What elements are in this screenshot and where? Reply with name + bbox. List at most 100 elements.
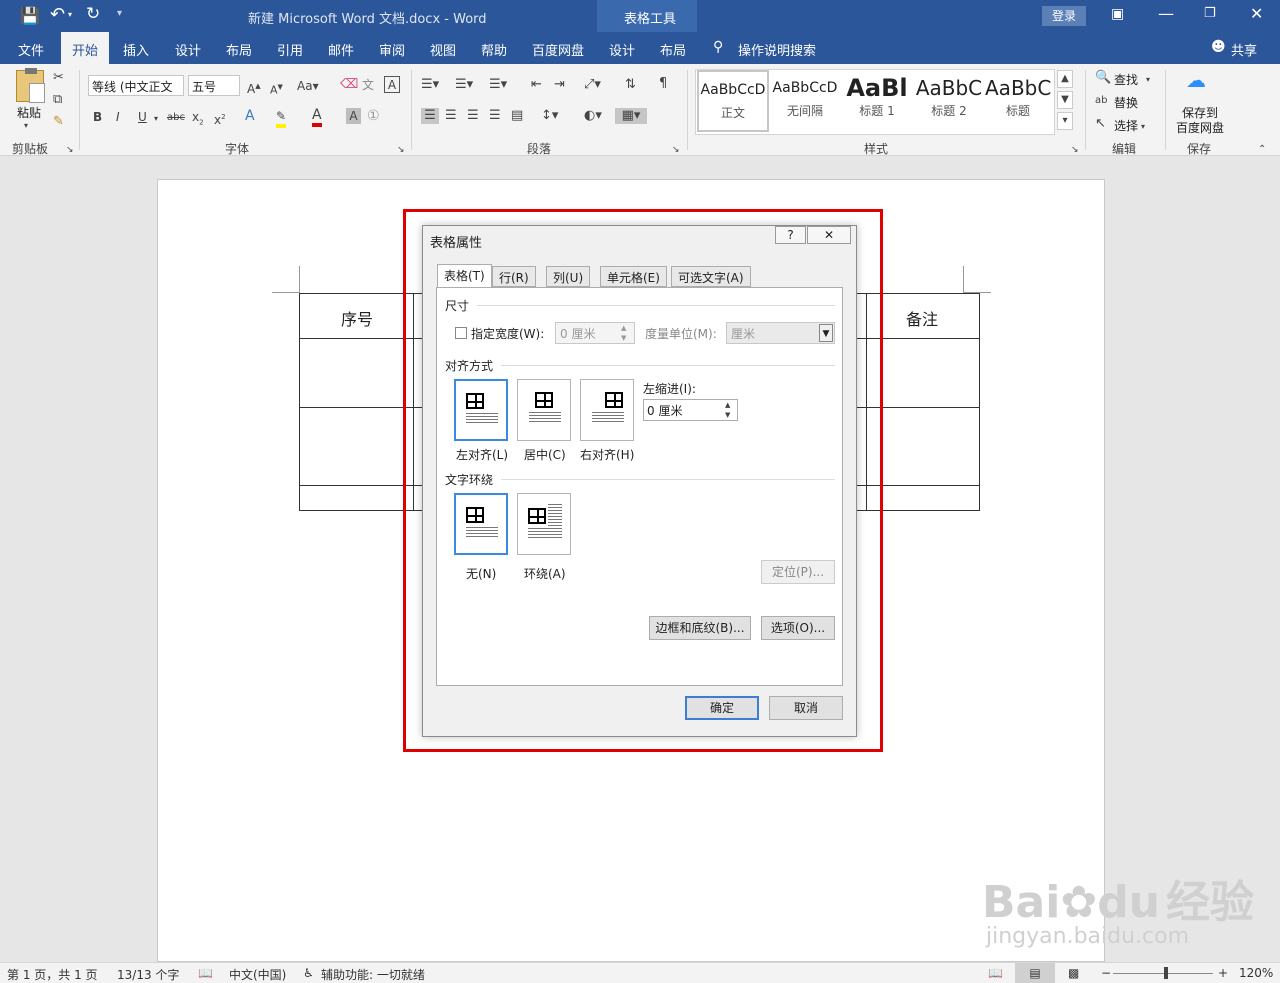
phonetic-guide-icon[interactable]: 文 bbox=[362, 77, 374, 93]
zoom-level[interactable]: 120% bbox=[1239, 966, 1273, 980]
print-layout-icon[interactable]: ▤ bbox=[1015, 963, 1055, 983]
borders-icon[interactable]: ▦▾ bbox=[615, 108, 647, 124]
increase-indent-icon[interactable]: ⇥ bbox=[554, 77, 565, 93]
shading-icon[interactable]: ◐▾ bbox=[584, 108, 602, 124]
zoom-out-icon[interactable]: − bbox=[1101, 966, 1111, 980]
tab-review[interactable]: 审阅 bbox=[379, 40, 405, 59]
char-border-icon[interactable]: A bbox=[384, 76, 400, 93]
sort-icon[interactable]: ⇅ bbox=[625, 77, 636, 93]
cut-icon[interactable]: ✂ bbox=[53, 70, 64, 86]
ok-button[interactable]: 确定 bbox=[685, 696, 759, 720]
tab-home[interactable]: 开始 bbox=[61, 32, 110, 64]
numbering-icon[interactable]: ☰▾ bbox=[455, 77, 473, 93]
chinese-layout-icon[interactable]: ⤢▾ bbox=[584, 77, 601, 93]
decrease-indent-icon[interactable]: ⇤ bbox=[531, 77, 542, 93]
text-effects-icon[interactable]: A bbox=[245, 108, 255, 124]
language-indicator[interactable]: 中文(中国) bbox=[229, 966, 286, 983]
align-left-icon[interactable]: ☰ bbox=[421, 108, 439, 124]
read-mode-icon[interactable]: 📖 bbox=[988, 966, 1003, 980]
style-no-spacing[interactable]: AaBbCcD 无间隔 bbox=[769, 70, 841, 132]
tab-table[interactable]: 表格(T) bbox=[437, 264, 492, 287]
align-left-option[interactable] bbox=[454, 379, 508, 441]
indent-spin-down-icon[interactable]: ▼ bbox=[725, 411, 730, 419]
baidu-netdisk-icon[interactable]: ☁ bbox=[1186, 70, 1206, 90]
tab-cell[interactable]: 单元格(E) bbox=[600, 266, 667, 287]
styles-scroll-down-icon[interactable]: ▼ bbox=[1057, 91, 1073, 109]
tab-design[interactable]: 设计 bbox=[175, 40, 201, 59]
width-spin-down-icon[interactable]: ▼ bbox=[621, 334, 626, 342]
align-right-icon[interactable]: ☰ bbox=[467, 108, 479, 124]
tab-alt-text[interactable]: 可选文字(A) bbox=[671, 266, 751, 287]
redo-icon[interactable]: ↻ bbox=[86, 4, 100, 24]
tell-me-search[interactable]: 操作说明搜索 bbox=[738, 40, 816, 59]
accessibility-status[interactable]: 辅助功能: 一切就绪 bbox=[321, 966, 425, 983]
customize-qat-icon[interactable]: ▾ bbox=[117, 8, 122, 19]
share-button[interactable]: 共享 bbox=[1231, 40, 1257, 59]
tab-table-layout[interactable]: 布局 bbox=[660, 40, 686, 59]
cancel-button[interactable]: 取消 bbox=[769, 696, 843, 720]
page-count[interactable]: 第 1 页，共 1 页 bbox=[7, 966, 98, 983]
clear-format-icon[interactable]: ⌫ bbox=[340, 77, 358, 93]
paste-dropdown-icon[interactable]: ▾ bbox=[24, 118, 28, 134]
strikethrough-icon[interactable]: abc bbox=[167, 110, 185, 126]
help-button[interactable]: ? bbox=[775, 226, 806, 244]
grow-font-icon[interactable]: A▲ bbox=[247, 78, 261, 97]
zoom-slider-track[interactable] bbox=[1113, 973, 1213, 974]
font-name-select[interactable]: 等线 (中文正文 bbox=[88, 75, 184, 96]
copy-icon[interactable]: ⧉ bbox=[53, 92, 62, 108]
preferred-width-checkbox[interactable] bbox=[455, 327, 467, 339]
collapse-ribbon-icon[interactable]: ⌃ bbox=[1258, 142, 1266, 158]
subscript-icon[interactable]: x2 bbox=[192, 109, 204, 130]
wrap-around-label[interactable]: 环绕(A) bbox=[524, 565, 566, 582]
tab-table-design[interactable]: 设计 bbox=[609, 40, 635, 59]
borders-shading-button[interactable]: 边框和底纹(B)... bbox=[649, 616, 751, 640]
web-layout-icon[interactable]: ▩ bbox=[1068, 966, 1079, 980]
format-painter-icon[interactable]: ✎ bbox=[53, 114, 64, 130]
indent-spin-up-icon[interactable]: ▲ bbox=[725, 401, 730, 409]
word-count[interactable]: 13/13 个字 bbox=[117, 966, 179, 983]
indent-input[interactable]: 0 厘米 bbox=[643, 399, 738, 421]
tab-column[interactable]: 列(U) bbox=[546, 266, 591, 287]
char-shading-icon[interactable]: A bbox=[346, 108, 361, 124]
find-button[interactable]: 查找 bbox=[1114, 71, 1138, 88]
select-dropdown-icon[interactable]: ▾ bbox=[1141, 119, 1145, 135]
login-button[interactable]: 登录 bbox=[1042, 6, 1086, 26]
tab-view[interactable]: 视图 bbox=[430, 40, 456, 59]
styles-scroll-up-icon[interactable]: ▲ bbox=[1057, 70, 1073, 88]
close-icon[interactable]: ✕ bbox=[1250, 4, 1263, 23]
distributed-icon[interactable]: ▤ bbox=[511, 108, 523, 124]
tab-layout[interactable]: 布局 bbox=[226, 40, 252, 59]
tab-references[interactable]: 引用 bbox=[277, 40, 303, 59]
enclose-char-icon[interactable]: ① bbox=[367, 108, 380, 124]
tab-file[interactable]: 文件 bbox=[18, 40, 44, 59]
replace-icon[interactable]: ab bbox=[1095, 93, 1107, 109]
align-left-label[interactable]: 左对齐(L) bbox=[456, 446, 508, 463]
underline-icon[interactable]: U bbox=[138, 109, 147, 125]
style-normal[interactable]: AaBbCcD 正文 bbox=[697, 70, 769, 132]
find-icon[interactable]: 🔍 bbox=[1095, 70, 1111, 86]
line-spacing-icon[interactable]: ↕▾ bbox=[541, 108, 558, 124]
bullets-icon[interactable]: ☰▾ bbox=[421, 77, 439, 93]
undo-dropdown-icon[interactable]: ▾ bbox=[68, 10, 72, 19]
align-center-option[interactable] bbox=[517, 379, 571, 441]
clipboard-launcher-icon[interactable]: ↘ bbox=[66, 142, 74, 158]
bold-icon[interactable]: B bbox=[93, 109, 102, 125]
tab-mailings[interactable]: 邮件 bbox=[328, 40, 354, 59]
undo-icon[interactable]: ↶ bbox=[50, 4, 65, 25]
align-right-option[interactable] bbox=[580, 379, 634, 441]
dialog-close-icon[interactable]: ✕ bbox=[807, 226, 851, 244]
tab-insert[interactable]: 插入 bbox=[123, 40, 149, 59]
styles-more-icon[interactable]: ▾ bbox=[1057, 112, 1073, 130]
tab-baidu-netdisk[interactable]: 百度网盘 bbox=[532, 40, 584, 59]
restore-icon[interactable]: ❐ bbox=[1204, 6, 1216, 21]
zoom-in-icon[interactable]: + bbox=[1218, 966, 1228, 980]
change-case-icon[interactable]: Aa▾ bbox=[297, 78, 319, 94]
paste-label[interactable]: 粘贴 bbox=[17, 104, 41, 121]
align-right-label[interactable]: 右对齐(H) bbox=[580, 446, 634, 463]
replace-button[interactable]: 替换 bbox=[1114, 94, 1138, 111]
save-baidu-label-2[interactable]: 百度网盘 bbox=[1176, 119, 1224, 136]
highlight-icon[interactable]: ✎ bbox=[276, 108, 287, 128]
measure-dropdown-icon[interactable]: ▼ bbox=[819, 324, 833, 342]
style-heading-1[interactable]: AaBl 标题 1 bbox=[841, 70, 913, 132]
select-button[interactable]: 选择 bbox=[1114, 117, 1138, 134]
